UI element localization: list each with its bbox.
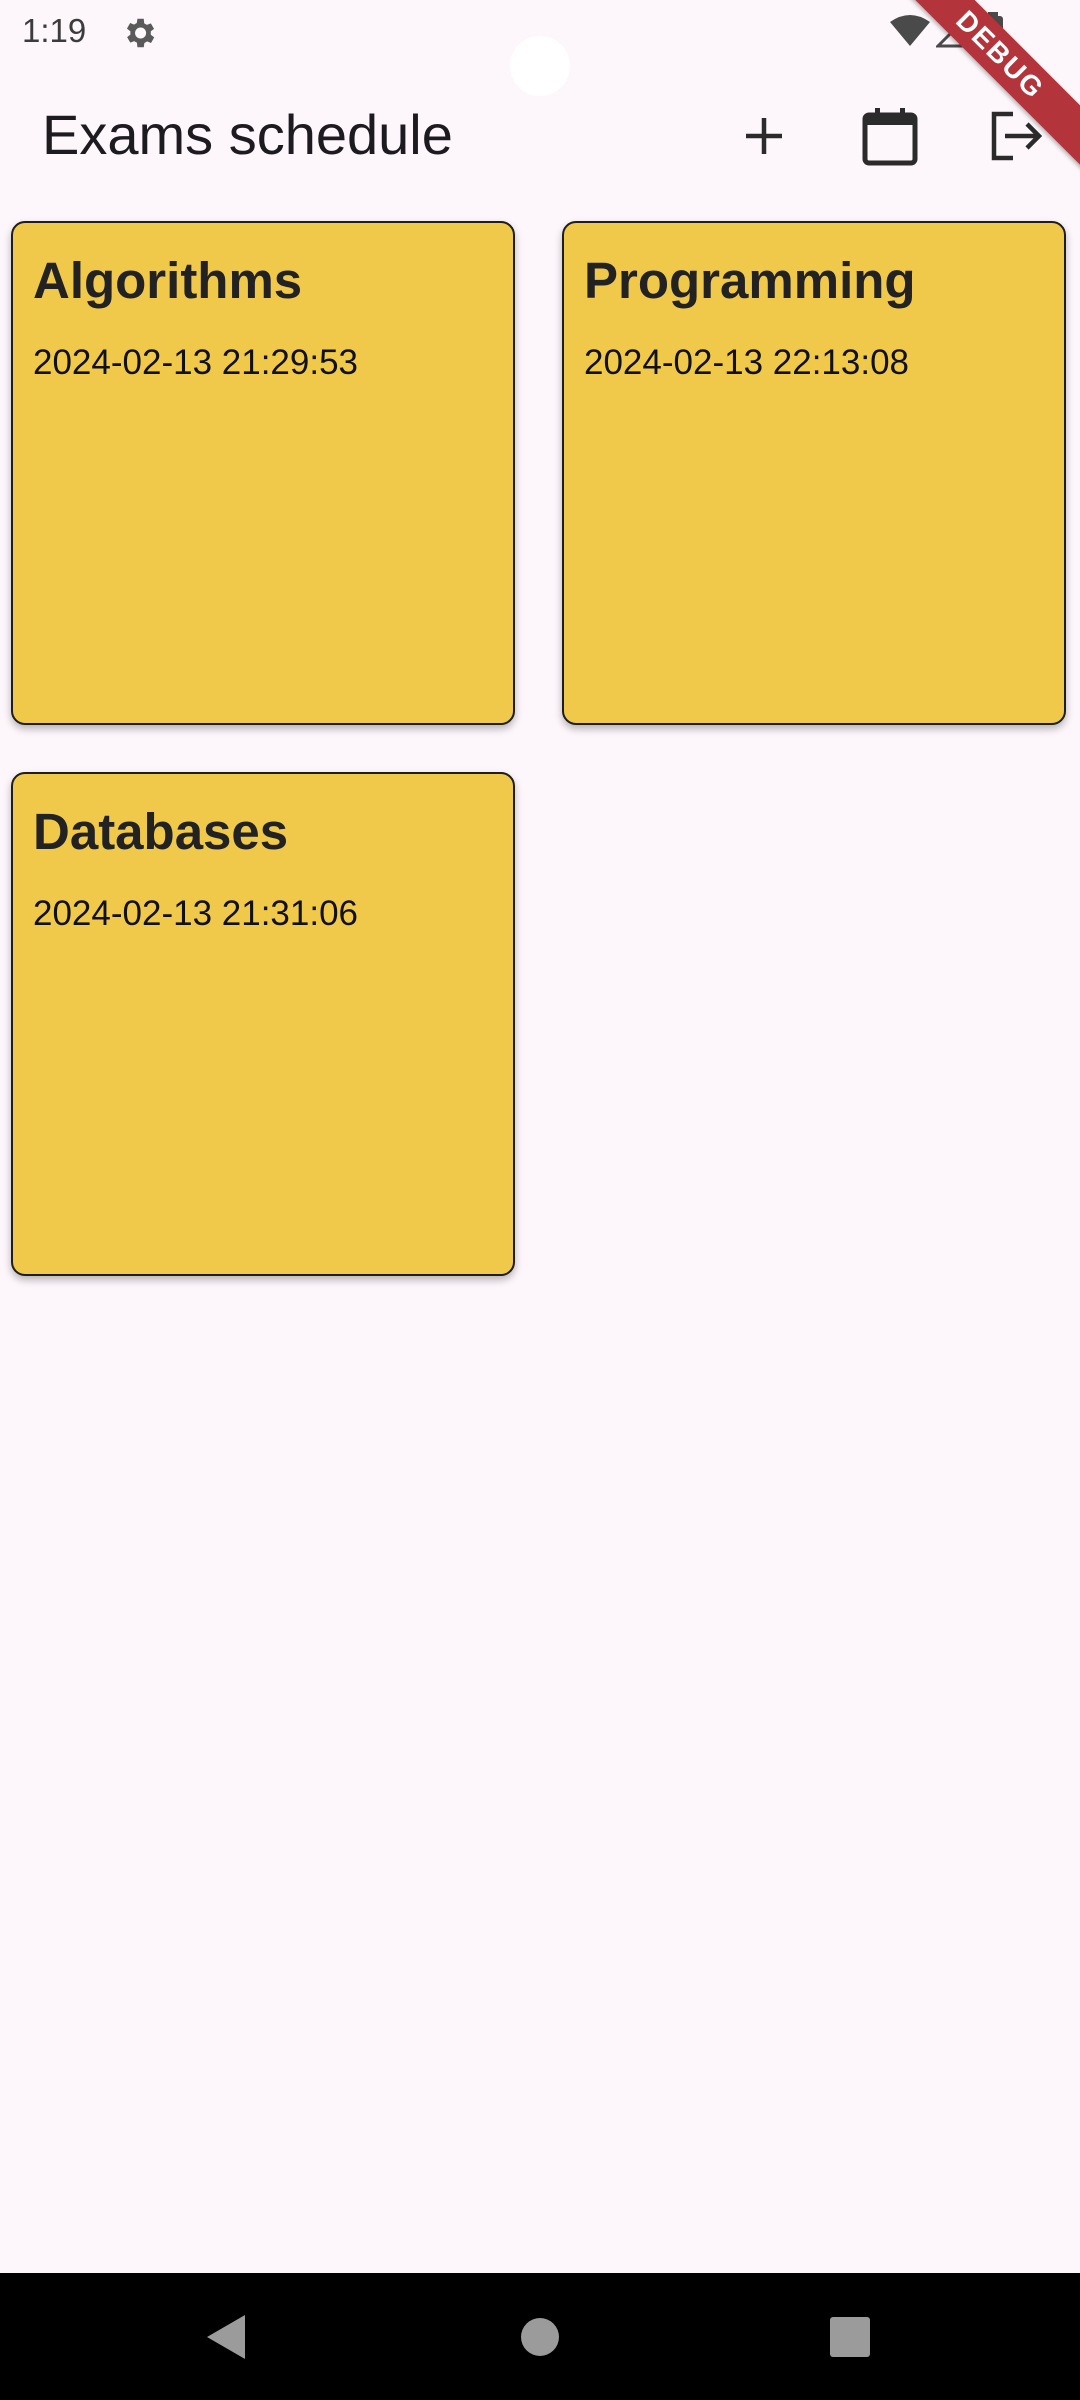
calendar-button[interactable] [854,100,926,172]
exam-card[interactable]: Programming 2024-02-13 22:13:08 [562,221,1066,725]
wifi-icon [890,14,930,48]
exam-card[interactable]: Algorithms 2024-02-13 21:29:53 [11,221,515,725]
app-bar: Exams schedule [0,64,1080,206]
exam-name: Databases [33,803,289,860]
gear-icon [120,14,158,52]
add-icon [746,118,782,154]
home-icon [521,2318,559,2356]
exam-card[interactable]: Databases 2024-02-13 21:31:06 [11,772,515,1276]
recents-icon [830,2317,870,2357]
calendar-icon [862,108,918,166]
exam-name: Algorithms [33,252,303,309]
nav-home-button[interactable] [510,2307,570,2367]
logout-button[interactable] [980,100,1052,172]
exam-name: Programming [584,252,916,309]
status-bar: 1:19 DEBUG [0,0,1080,176]
page-title: Exams schedule [42,103,453,166]
nav-back-button[interactable] [196,2307,256,2367]
status-time: 1:19 [22,12,87,49]
add-exam-button[interactable] [728,100,800,172]
back-icon [207,2315,245,2359]
exam-datetime: 2024-02-13 21:31:06 [33,894,358,933]
exam-datetime: 2024-02-13 22:13:08 [584,343,909,382]
system-nav-bar [0,2273,1080,2400]
nav-recents-button[interactable] [820,2307,880,2367]
logout-icon [991,111,1043,161]
exam-datetime: 2024-02-13 21:29:53 [33,343,358,382]
